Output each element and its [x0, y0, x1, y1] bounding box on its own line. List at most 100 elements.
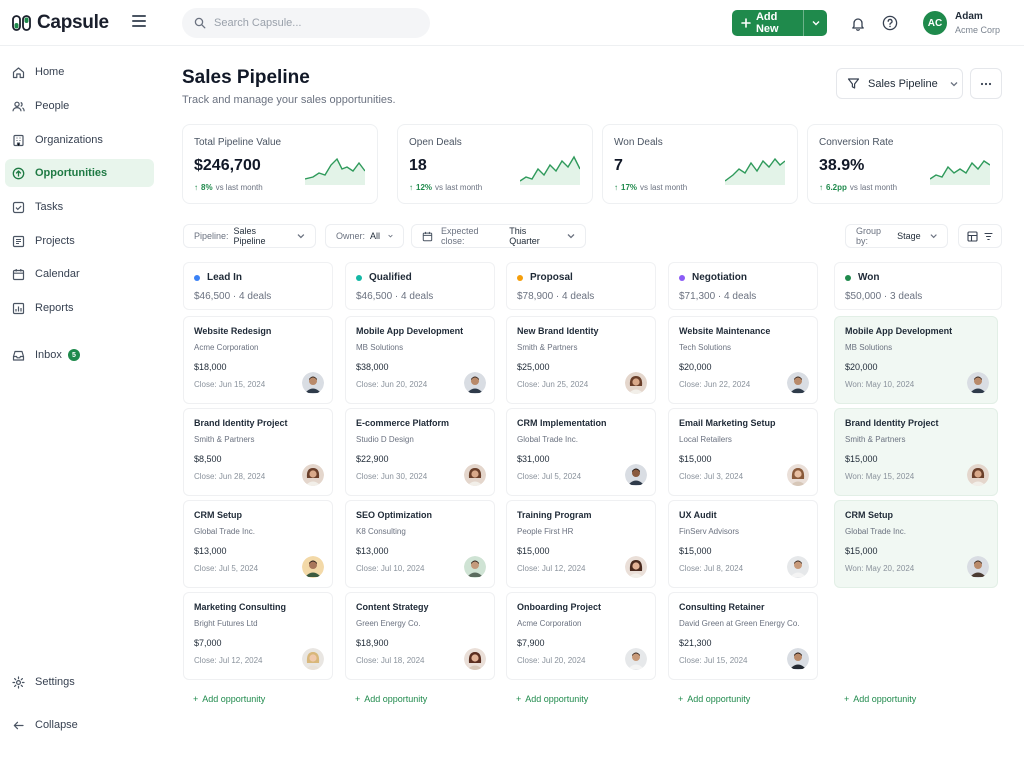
search-bar[interactable]	[182, 8, 430, 38]
chevron-down-icon	[812, 21, 819, 26]
sidebar-item-home[interactable]: Home	[5, 58, 154, 86]
add-opportunity-button[interactable]: + Add opportunity	[355, 694, 427, 704]
board-view-toggle[interactable]	[958, 224, 1002, 248]
opportunity-card[interactable]: CRM Setup Global Trade Inc. $13,000 Clos…	[183, 500, 333, 588]
owner-avatar[interactable]	[625, 464, 647, 486]
owner-avatar[interactable]	[464, 372, 486, 394]
pipeline-view-select[interactable]: Sales Pipeline	[836, 68, 963, 99]
sidebar-item-calendar[interactable]: Calendar	[5, 260, 154, 288]
owner-avatar[interactable]	[967, 556, 989, 578]
owner-avatar[interactable]	[967, 372, 989, 394]
owner-avatar[interactable]	[302, 464, 324, 486]
sidebar-item-reports[interactable]: Reports	[5, 294, 154, 322]
bell-icon[interactable]	[849, 14, 867, 32]
reports-icon	[12, 302, 25, 315]
add-opportunity-button[interactable]: + Add opportunity	[678, 694, 750, 704]
owner-avatar[interactable]	[625, 648, 647, 670]
opportunity-card[interactable]: Onboarding Project Acme Corporation $7,9…	[506, 592, 656, 680]
owner-avatar[interactable]	[302, 648, 324, 670]
add-opportunity-button[interactable]: + Add opportunity	[516, 694, 588, 704]
sidebar-item-organizations[interactable]: Organizations	[5, 126, 154, 154]
sidebar-item-inbox[interactable]: Inbox 5	[5, 341, 154, 369]
chevron-down-icon	[297, 234, 305, 239]
card-title: CRM Setup	[845, 510, 893, 520]
opportunity-card[interactable]: Marketing Consulting Bright Futures Ltd …	[183, 592, 333, 680]
target-icon	[12, 167, 25, 180]
sidebar-item-settings[interactable]: Settings	[5, 668, 154, 696]
top-bar: Capsule Add New AC Adam Acme Corp	[0, 0, 1024, 46]
opportunity-card[interactable]: E-commerce Platform Studio D Design $22,…	[345, 408, 495, 496]
add-new-label: Add New	[755, 11, 779, 35]
pipeline-filter[interactable]: Pipeline: Sales Pipeline	[183, 224, 316, 248]
owner-avatar[interactable]	[967, 464, 989, 486]
card-title: Mobile App Development	[845, 326, 953, 336]
owner-avatar[interactable]	[302, 556, 324, 578]
opportunity-card[interactable]: Website Maintenance Tech Solutions $20,0…	[668, 316, 818, 404]
owner-avatar[interactable]	[787, 464, 809, 486]
add-new-main[interactable]: Add New	[732, 10, 804, 36]
card-title: CRM Implementation	[517, 418, 607, 428]
filter-value: All	[370, 231, 381, 241]
owner-avatar[interactable]	[787, 372, 809, 394]
search-input[interactable]	[214, 17, 414, 29]
opportunity-card[interactable]: UX Audit FinServ Advisors $15,000 Close:…	[668, 500, 818, 588]
add-opportunity-button[interactable]: + Add opportunity	[844, 694, 916, 704]
card-title: Website Redesign	[194, 326, 272, 336]
opportunity-card[interactable]: Mobile App Development MB Solutions $20,…	[834, 316, 998, 404]
opportunity-card[interactable]: Training Program People First HR $15,000…	[506, 500, 656, 588]
owner-avatar[interactable]	[302, 372, 324, 394]
opportunity-card[interactable]: Email Marketing Setup Local Retailers $1…	[668, 408, 818, 496]
add-opportunity-label: Add opportunity	[202, 694, 266, 704]
card-company: Global Trade Inc.	[194, 527, 255, 536]
opportunity-card[interactable]: Brand Identity Project Smith & Partners …	[183, 408, 333, 496]
card-title: CRM Setup	[194, 510, 242, 520]
add-new-dropdown[interactable]	[804, 10, 827, 36]
owner-avatar[interactable]	[464, 648, 486, 670]
more-icon	[980, 82, 992, 85]
opportunity-card[interactable]: Website Redesign Acme Corporation $18,00…	[183, 316, 333, 404]
user-avatar[interactable]: AC	[923, 11, 947, 35]
owner-avatar[interactable]	[787, 556, 809, 578]
opportunity-card[interactable]: CRM Setup Global Trade Inc. $15,000 Won:…	[834, 500, 998, 588]
card-value: $15,000	[517, 546, 550, 556]
owner-avatar[interactable]	[787, 648, 809, 670]
plus-icon: +	[355, 694, 361, 704]
filter-prefix: Owner:	[336, 231, 366, 241]
filter-prefix: Group by:	[856, 226, 882, 246]
opportunity-card[interactable]: Mobile App Development MB Solutions $38,…	[345, 316, 495, 404]
sidebar-item-projects[interactable]: Projects	[5, 227, 154, 255]
menu-toggle-icon[interactable]	[132, 14, 148, 28]
owner-avatar[interactable]	[625, 372, 647, 394]
user-menu[interactable]: Adam Acme Corp	[955, 11, 1000, 35]
filter-icon	[847, 78, 860, 89]
opportunity-card[interactable]: SEO Optimization K8 Consulting $13,000 C…	[345, 500, 495, 588]
stat-change-suffix: vs last month	[215, 183, 263, 192]
opportunity-card[interactable]: Brand Identity Project Smith & Partners …	[834, 408, 998, 496]
sparkline	[725, 157, 785, 185]
sidebar-item-tasks[interactable]: Tasks	[5, 193, 154, 221]
add-new-button[interactable]: Add New	[732, 10, 827, 36]
card-company: MB Solutions	[845, 343, 893, 352]
sidebar-item-label: Tasks	[35, 201, 64, 213]
collapse-sidebar-button[interactable]: Collapse	[5, 711, 154, 739]
owner-filter[interactable]: Owner: All	[325, 224, 404, 248]
opportunity-card[interactable]: CRM Implementation Global Trade Inc. $31…	[506, 408, 656, 496]
opportunity-card[interactable]: Consulting Retainer David Green at Green…	[668, 592, 818, 680]
help-icon[interactable]	[881, 14, 899, 32]
opportunity-card[interactable]: Content Strategy Green Energy Co. $18,90…	[345, 592, 495, 680]
card-value: $15,000	[679, 454, 712, 464]
group-by-select[interactable]: Group by: Stage	[845, 224, 948, 248]
sidebar-item-people[interactable]: People	[5, 92, 154, 120]
add-opportunity-button[interactable]: + Add opportunity	[193, 694, 265, 704]
owner-avatar[interactable]	[464, 556, 486, 578]
owner-avatar[interactable]	[625, 556, 647, 578]
owner-avatar[interactable]	[464, 464, 486, 486]
column-title: Proposal	[530, 272, 573, 283]
expected-close-filter[interactable]: Expected close: This Quarter	[411, 224, 586, 248]
card-close-date: Close: Jul 10, 2024	[356, 564, 425, 573]
opportunity-card[interactable]: New Brand Identity Smith & Partners $25,…	[506, 316, 656, 404]
capsule-logo[interactable]: Capsule	[12, 12, 109, 34]
more-options-button[interactable]	[970, 68, 1002, 99]
sidebar-item-opportunities[interactable]: Opportunities	[5, 159, 154, 187]
stat-change: ↑ 8% vs last month	[194, 183, 263, 192]
